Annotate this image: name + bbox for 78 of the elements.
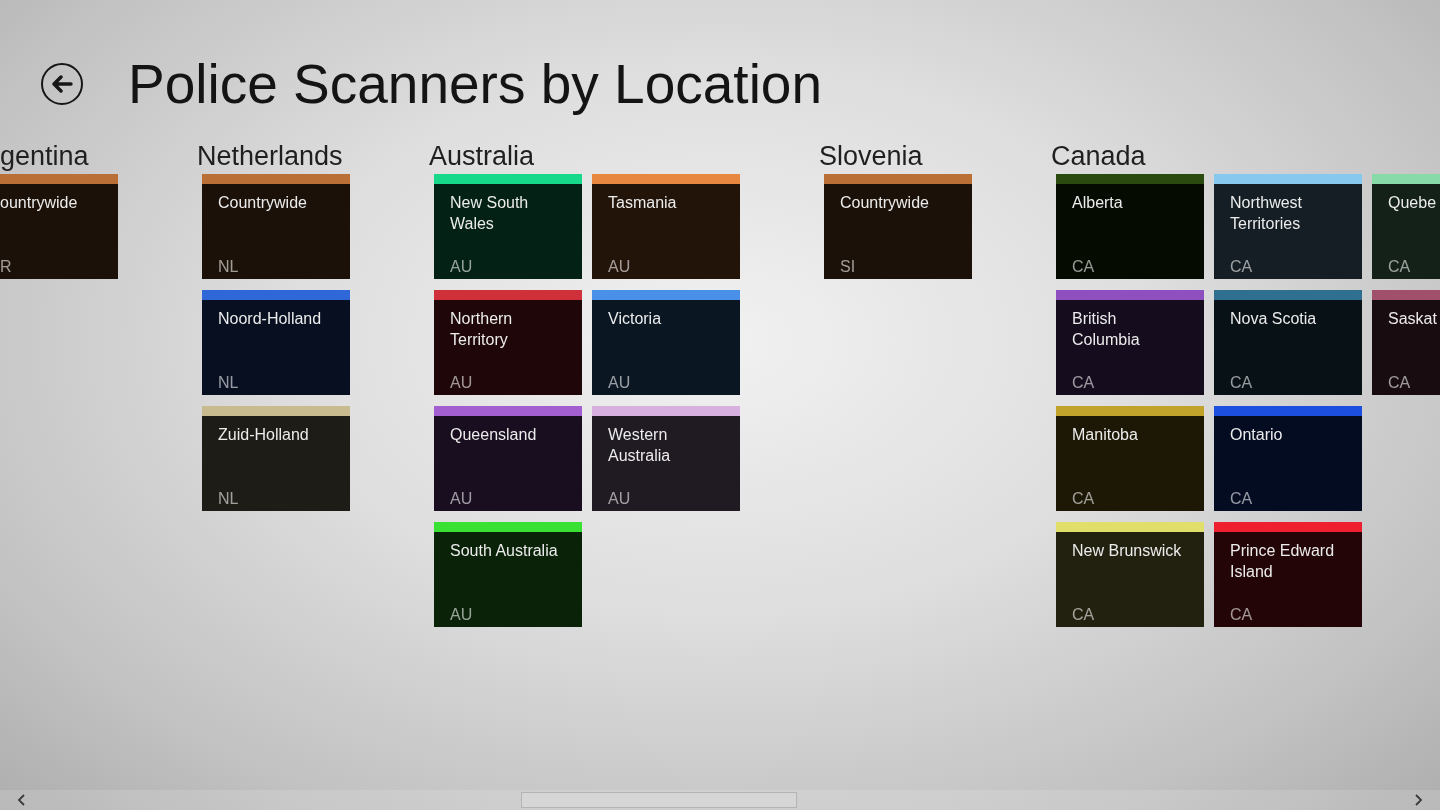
group-heading: Slovenia xyxy=(819,140,923,172)
location-tile[interactable]: Zuid-Holland NL xyxy=(202,406,350,511)
location-tile[interactable]: Countrywide SI xyxy=(824,174,972,279)
scrollbar-track[interactable] xyxy=(0,790,1440,810)
location-tile[interactable]: Northern Territory AU xyxy=(434,290,582,395)
country-code: SI xyxy=(840,257,856,277)
location-tile[interactable]: New South Wales AU xyxy=(434,174,582,279)
location-tile[interactable]: Saskat CA xyxy=(1372,290,1440,395)
country-code: AU xyxy=(450,605,473,625)
country-code: NL xyxy=(218,373,239,393)
country-code: CA xyxy=(1230,373,1253,393)
location-tile[interactable]: Countrywide NL xyxy=(202,174,350,279)
page-title: Police Scanners by Location xyxy=(128,52,823,116)
country-code: AU xyxy=(608,257,631,277)
country-code: CA xyxy=(1388,373,1411,393)
location-tile[interactable]: Quebe CA xyxy=(1372,174,1440,279)
country-code: CA xyxy=(1388,257,1411,277)
country-code: NL xyxy=(218,257,239,277)
country-code: CA xyxy=(1230,257,1253,277)
location-name: ountrywide xyxy=(0,193,78,213)
location-name: Victoria xyxy=(608,309,662,329)
location-name: British Columbia xyxy=(1072,309,1141,350)
location-name: Prince Edward Island xyxy=(1230,541,1336,582)
location-name: Western Australia xyxy=(608,425,672,466)
location-name: Countrywide xyxy=(840,193,929,213)
location-name: Northern Territory xyxy=(450,309,514,350)
chevron-left-icon xyxy=(17,794,25,806)
country-code: AU xyxy=(608,489,631,509)
arrow-left-icon xyxy=(51,75,73,93)
location-name: Tasmania xyxy=(608,193,677,213)
location-name: Alberta xyxy=(1072,193,1123,213)
country-code: AU xyxy=(450,257,473,277)
location-tile[interactable]: ountrywide R xyxy=(0,174,118,279)
location-tile[interactable]: Nova Scotia CA xyxy=(1214,290,1362,395)
location-name: New South Wales xyxy=(450,193,530,234)
location-name: Saskat xyxy=(1388,309,1437,329)
location-tile[interactable]: Western Australia AU xyxy=(592,406,740,511)
country-code: NL xyxy=(218,489,239,509)
group-heading: Australia xyxy=(429,140,535,172)
location-name: Nova Scotia xyxy=(1230,309,1317,329)
country-code: CA xyxy=(1230,489,1253,509)
country-code: CA xyxy=(1230,605,1253,625)
group-heading: Canada xyxy=(1051,140,1146,172)
location-tile[interactable]: Northwest Territories CA xyxy=(1214,174,1362,279)
country-code: AU xyxy=(608,373,631,393)
group-heading: gentina xyxy=(0,140,89,172)
location-name: Quebe xyxy=(1388,193,1437,213)
country-code: CA xyxy=(1072,605,1095,625)
location-name: Manitoba xyxy=(1072,425,1138,445)
location-tile[interactable]: Victoria AU xyxy=(592,290,740,395)
country-code: CA xyxy=(1072,257,1095,277)
location-name: Queensland xyxy=(450,425,537,445)
chevron-right-icon xyxy=(1415,794,1423,806)
location-tile[interactable]: Noord-Holland NL xyxy=(202,290,350,395)
location-name: Zuid-Holland xyxy=(218,425,309,445)
location-tile[interactable]: Manitoba CA xyxy=(1056,406,1204,511)
location-tile[interactable]: Alberta CA xyxy=(1056,174,1204,279)
country-code: CA xyxy=(1072,489,1095,509)
location-tile[interactable]: New Brunswick CA xyxy=(1056,522,1204,627)
location-name: Noord-Holland xyxy=(218,309,322,329)
country-code: AU xyxy=(450,373,473,393)
country-code: CA xyxy=(1072,373,1095,393)
group-heading: Netherlands xyxy=(197,140,343,172)
location-name: New Brunswick xyxy=(1072,541,1182,561)
location-tile[interactable]: South Australia AU xyxy=(434,522,582,627)
location-name: Northwest Territories xyxy=(1230,193,1304,234)
country-code: AU xyxy=(450,489,473,509)
location-name: Countrywide xyxy=(218,193,307,213)
location-tile[interactable]: Tasmania AU xyxy=(592,174,740,279)
location-name: South Australia xyxy=(450,541,558,561)
location-tile[interactable]: Prince Edward Island CA xyxy=(1214,522,1362,627)
location-tile[interactable]: Queensland AU xyxy=(434,406,582,511)
location-tile[interactable]: Ontario CA xyxy=(1214,406,1362,511)
back-button[interactable] xyxy=(41,63,83,105)
location-name: Ontario xyxy=(1230,425,1283,445)
location-tile[interactable]: British Columbia CA xyxy=(1056,290,1204,395)
scrollbar-thumb[interactable] xyxy=(521,792,797,808)
country-code: R xyxy=(0,257,12,277)
